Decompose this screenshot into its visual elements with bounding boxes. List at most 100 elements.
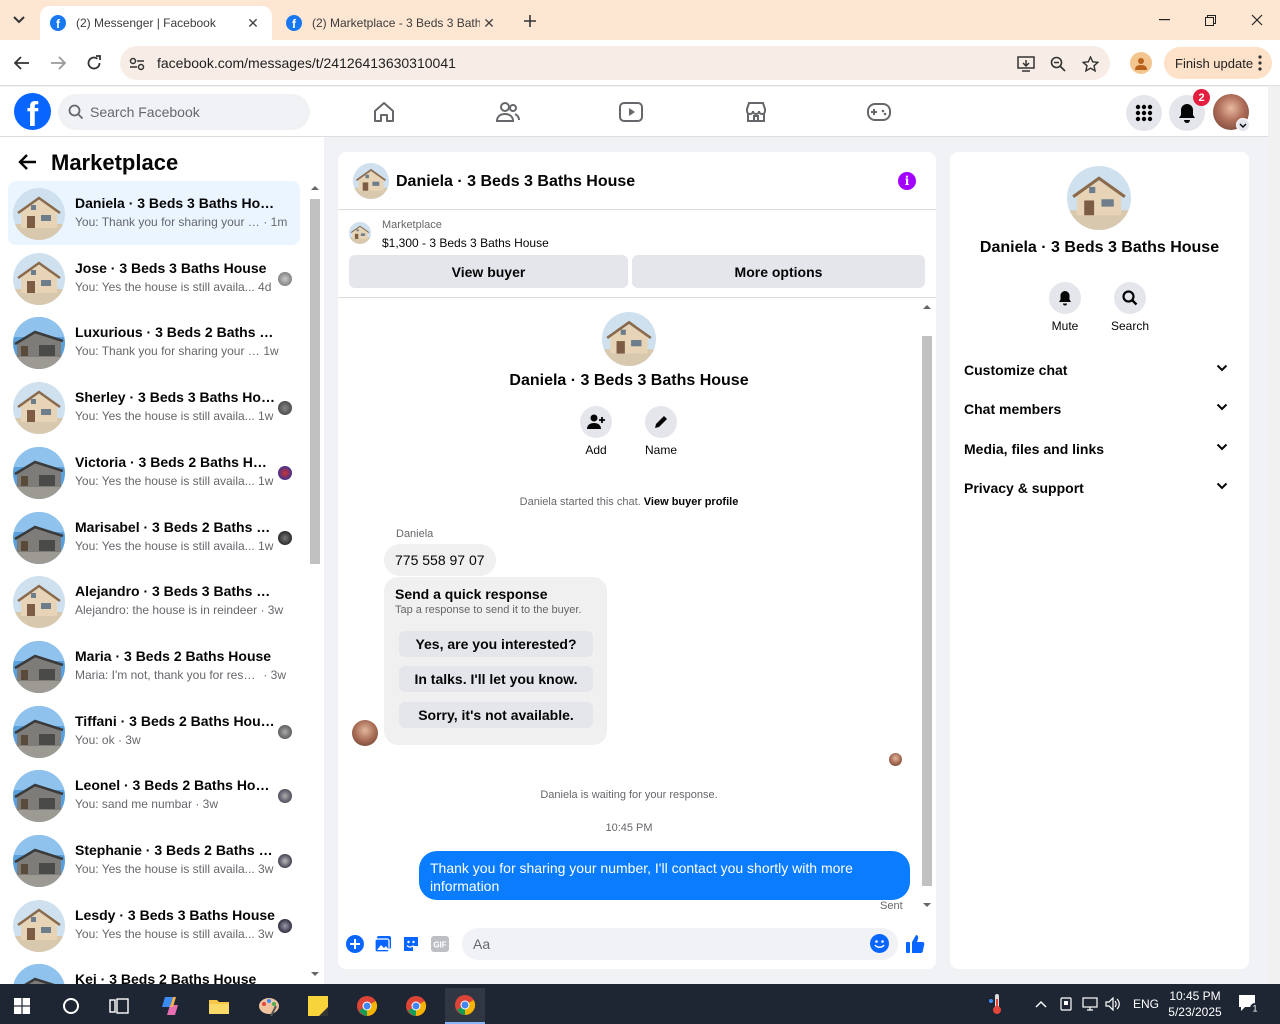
windows-start-icon[interactable] [2,988,42,1024]
friends-nav-icon[interactable] [495,99,521,125]
paint-icon[interactable] [249,988,289,1024]
listing-title[interactable]: $1,300 - 3 Beds 3 Baths House [382,236,549,250]
conversation-item[interactable]: Leonel · 3 Beds 2 Baths House You: sand m… [8,763,300,827]
task-view-icon[interactable] [99,988,139,1024]
details-avatar[interactable] [1067,166,1131,230]
file-explorer-icon[interactable] [199,988,239,1024]
conversation-item[interactable]: Victoria · 3 Beds 2 Baths House You: Yes … [8,440,300,504]
search-in-chat-button[interactable] [1114,282,1146,314]
notification-center-icon[interactable]: 1 [1238,984,1260,1024]
tab-search-button[interactable] [6,8,32,32]
quick-response-option[interactable]: Sorry, it's not available. [399,702,593,728]
conversation-item[interactable]: Alejandro · 3 Beds 3 Baths House Alejandr… [8,569,300,633]
sender-avatar[interactable] [352,720,378,746]
temperature-icon[interactable] [988,984,1006,1024]
new-tab-button[interactable] [518,10,542,32]
outgoing-message[interactable]: Thank you for sharing your number, I'll … [419,851,910,900]
finish-update-button[interactable]: Finish update [1164,47,1272,79]
customize-chat-section[interactable]: Customize chat [964,356,1236,384]
system-clock[interactable]: 10:45 PM 5/23/2025 [1162,988,1228,1020]
like-thumb-icon[interactable] [905,934,925,954]
mute-button[interactable] [1049,282,1081,314]
back-arrow-icon[interactable] [18,153,38,171]
preview-time: · 3w [117,732,141,747]
search-input[interactable]: Search Facebook [58,94,310,130]
bookmark-star-icon[interactable] [1080,54,1100,74]
network-icon[interactable] [1082,984,1098,1024]
conversation-item[interactable]: Sherley · 3 Beds 3 Baths House You: Yes t… [8,375,300,439]
marketplace-nav-icon[interactable] [743,99,769,125]
copilot-icon[interactable] [150,988,190,1024]
site-settings-icon[interactable] [127,54,147,74]
conversation-item[interactable]: Luxurious · 3 Beds 2 Baths House You: Tha… [8,310,300,374]
gif-icon[interactable]: GIF [430,934,450,954]
incoming-message[interactable]: 775 558 97 07 [384,544,496,576]
list-scrollbar-thumb[interactable] [310,199,320,564]
search-circle-icon[interactable] [51,988,91,1024]
quick-response-option[interactable]: Yes, are you interested? [399,631,593,657]
browser-profile-icon[interactable] [1130,52,1152,74]
tab-marketplace[interactable]: f (2) Marketplace - 3 Beds 3 Baths ✕ [276,6,508,40]
zoom-icon[interactable] [1048,54,1068,74]
add-person-button[interactable] [580,406,612,438]
edit-name-button[interactable] [645,406,677,438]
chat-avatar[interactable] [353,163,389,199]
conversation-item[interactable]: Jose · 3 Beds 3 Baths House You: Yes the … [8,246,300,310]
home-nav-icon[interactable] [371,99,397,125]
chat-scrollbar[interactable] [920,298,934,914]
menu-grid-button[interactable] [1126,95,1162,131]
language-indicator[interactable]: ENG [1133,984,1159,1024]
close-window-button[interactable] [1234,0,1280,40]
media-files-links-section[interactable]: Media, files and links [964,435,1236,463]
facebook-logo-icon[interactable]: f [14,93,51,130]
message-input[interactable]: Aa [462,928,898,960]
conversation-item[interactable]: Stephanie · 3 Beds 2 Baths H... You: Yes … [8,828,300,892]
reload-button[interactable] [82,51,106,75]
conversation-item[interactable]: Maria · 3 Beds 2 Baths House Maria: I'm n… [8,634,300,698]
sticker-icon[interactable] [401,934,421,954]
chat-title[interactable]: Daniela · 3 Beds 3 Baths House [396,173,635,191]
conversation-preview: You: Yes the house is still availa... 3w [75,862,275,876]
conversation-item[interactable]: Lesdy · 3 Beds 3 Baths House You: Yes the… [8,893,300,957]
close-tab-icon[interactable]: ✕ [480,14,498,32]
omnibox[interactable]: facebook.com/messages/t/2412641363031004… [120,46,1110,80]
minimize-button[interactable] [1141,0,1187,40]
conversation-preview: You: Yes the house is still availa... 1w [75,409,275,423]
chrome-icon[interactable] [347,988,387,1024]
view-buyer-button[interactable]: View buyer [349,255,628,288]
listing-thumbnail[interactable] [349,222,371,244]
quick-response-option[interactable]: In talks. I'll let you know. [399,666,593,692]
back-button[interactable] [10,51,34,75]
view-buyer-profile-link[interactable]: View buyer profile [644,496,739,508]
account-chevron-icon[interactable] [1236,118,1250,132]
tab-messenger[interactable]: f (2) Messenger | Facebook ✕ [40,6,272,40]
conversation-item[interactable]: Marisabel · 3 Beds 2 Baths H... You: Yes … [8,505,300,569]
conversation-item[interactable]: Daniela · 3 Beds 3 Baths House You: Thank… [8,181,300,245]
more-actions-plus-icon[interactable] [345,934,365,954]
list-scrollbar[interactable] [308,181,322,981]
chat-scrollbar-thumb[interactable] [922,336,932,886]
volume-icon[interactable] [1105,984,1121,1024]
forward-button[interactable] [46,51,70,75]
page-scrollbar[interactable] [1268,87,1280,984]
gaming-nav-icon[interactable] [866,99,892,125]
attach-photo-icon[interactable] [373,934,393,954]
buyer-avatar[interactable] [602,312,656,366]
video-nav-icon[interactable] [618,99,644,125]
conversation-item[interactable]: Tiffani · 3 Beds 2 Baths House You: ok · … [8,699,300,763]
sticky-notes-icon[interactable] [298,988,338,1024]
chrome-active-icon[interactable] [445,988,485,1024]
privacy-support-section[interactable]: Privacy & support [964,474,1236,502]
chat-members-section[interactable]: Chat members [964,395,1236,423]
device-icon[interactable] [1059,984,1073,1024]
more-options-button[interactable]: More options [632,255,925,288]
chrome-profile-icon[interactable] [396,988,436,1024]
notification-count: 1 [1252,1004,1257,1014]
show-hidden-icons[interactable] [1035,984,1047,1024]
close-tab-icon[interactable]: ✕ [244,14,262,32]
buyer-name: Daniela · 3 Beds 3 Baths House [509,372,749,389]
info-icon[interactable]: i [898,172,916,190]
url-text[interactable]: facebook.com/messages/t/2412641363031004… [157,55,456,71]
install-app-icon[interactable] [1016,54,1036,74]
restore-button[interactable] [1187,0,1233,40]
